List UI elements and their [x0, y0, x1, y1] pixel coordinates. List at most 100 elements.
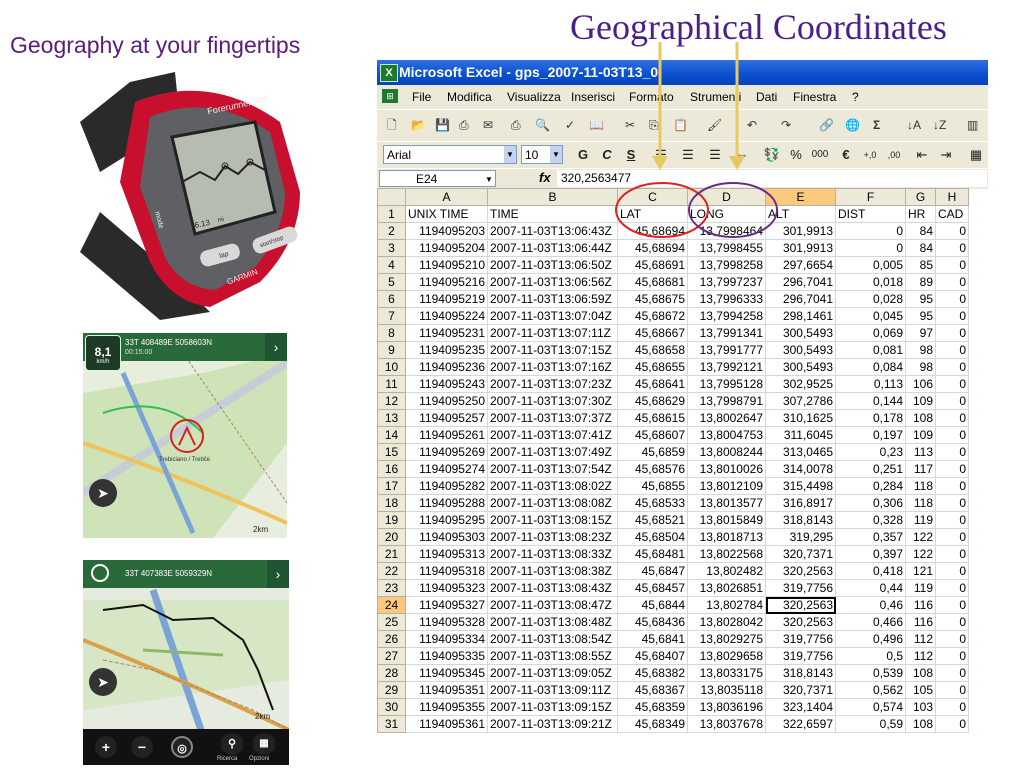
table-cell[interactable]: 0,018 — [835, 273, 906, 291]
table-cell[interactable]: 313,0465 — [765, 443, 836, 461]
copy-icon[interactable]: ⎘ — [649, 116, 659, 134]
table-cell[interactable]: 0 — [935, 392, 969, 410]
table-cell[interactable]: 105 — [905, 681, 936, 699]
table-cell[interactable]: 45,68694 — [617, 222, 688, 240]
table-cell[interactable]: 0 — [935, 375, 969, 393]
table-cell[interactable]: 302,9525 — [765, 375, 836, 393]
table-cell[interactable]: 0,081 — [835, 341, 906, 359]
table-cell[interactable]: 1194095313 — [405, 545, 488, 563]
table-cell[interactable]: 0 — [835, 239, 906, 257]
table-cell[interactable]: 85 — [905, 256, 936, 274]
table-cell[interactable]: 45,68367 — [617, 681, 688, 699]
format-painter-icon[interactable]: 🖌 — [707, 116, 722, 134]
table-cell[interactable]: 300,5493 — [765, 324, 836, 342]
menu-help[interactable]: ? — [852, 90, 859, 104]
increase-decimal-icon[interactable]: +,0 — [861, 146, 879, 164]
column-header-selected[interactable]: E — [765, 188, 836, 206]
table-cell[interactable]: 95 — [905, 290, 936, 308]
chevron-down-icon[interactable]: ▼ — [504, 146, 516, 163]
table-cell[interactable]: 1194095351 — [405, 681, 488, 699]
row-header[interactable]: 9 — [377, 341, 406, 359]
table-cell[interactable]: 322,6597 — [765, 715, 836, 733]
table-cell[interactable]: 97 — [905, 324, 936, 342]
table-cell[interactable]: 315,4498 — [765, 477, 836, 495]
chevron-down-icon[interactable]: ▼ — [550, 146, 562, 163]
row-header[interactable]: 18 — [377, 494, 406, 512]
table-cell[interactable]: 109 — [905, 392, 936, 410]
permission-icon[interactable]: ⎙ — [459, 116, 469, 134]
row-header[interactable]: 30 — [377, 698, 406, 716]
print-icon[interactable]: ⎙ — [511, 116, 521, 134]
table-cell[interactable]: 45,68504 — [617, 528, 688, 546]
table-cell[interactable]: 13,8012109 — [687, 477, 766, 495]
row-header[interactable]: 28 — [377, 664, 406, 682]
chevron-right-icon[interactable]: › — [267, 560, 289, 588]
cut-icon[interactable]: ✂ — [625, 116, 635, 134]
research-icon[interactable]: 📖 — [589, 116, 604, 134]
font-size-select[interactable]: 10 ▼ — [521, 145, 563, 164]
table-cell[interactable]: 2007-11-03T13:08:33Z — [487, 545, 618, 563]
row-header[interactable]: 16 — [377, 460, 406, 478]
table-cell[interactable]: 2007-11-03T13:07:41Z — [487, 426, 618, 444]
print-preview-icon[interactable]: 🔍 — [535, 116, 550, 134]
table-cell[interactable]: 0 — [935, 562, 969, 580]
row-header[interactable]: 14 — [377, 426, 406, 444]
table-cell[interactable]: 108 — [905, 409, 936, 427]
row-header[interactable]: 27 — [377, 647, 406, 665]
table-cell[interactable]: 1194095204 — [405, 239, 488, 257]
row-header[interactable]: 12 — [377, 392, 406, 410]
table-cell[interactable]: 0,539 — [835, 664, 906, 682]
table-cell[interactable]: 0,284 — [835, 477, 906, 495]
row-header[interactable]: 4 — [377, 256, 406, 274]
table-cell[interactable]: 13,8010026 — [687, 460, 766, 478]
table-cell[interactable]: 0 — [935, 256, 969, 274]
table-cell[interactable]: 45,68694 — [617, 239, 688, 257]
table-cell[interactable]: 0 — [935, 494, 969, 512]
table-cell[interactable]: 2007-11-03T13:07:04Z — [487, 307, 618, 325]
name-box[interactable]: E24 ▼ — [379, 170, 496, 187]
table-cell[interactable]: 116 — [905, 613, 936, 631]
table-cell[interactable]: 13,7998791 — [687, 392, 766, 410]
table-cell[interactable]: 13,7998464 — [687, 222, 766, 240]
table-cell[interactable]: 45,68576 — [617, 460, 688, 478]
web-icon[interactable]: 🌐 — [845, 116, 860, 134]
table-cell[interactable]: 314,0078 — [765, 460, 836, 478]
table-cell[interactable]: 300,5493 — [765, 358, 836, 376]
table-cell[interactable]: 2007-11-03T13:08:48Z — [487, 613, 618, 631]
table-cell[interactable]: 118 — [905, 477, 936, 495]
row-header[interactable]: 5 — [377, 273, 406, 291]
table-cell[interactable]: 2007-11-03T13:07:54Z — [487, 460, 618, 478]
table-cell[interactable]: 45,68629 — [617, 392, 688, 410]
table-cell[interactable]: 2007-11-03T13:08:38Z — [487, 562, 618, 580]
table-cell[interactable]: 0 — [935, 358, 969, 376]
table-cell[interactable]: 13,7994258 — [687, 307, 766, 325]
table-cell[interactable]: 0 — [935, 630, 969, 648]
table-cell[interactable]: 1194095288 — [405, 494, 488, 512]
table-cell[interactable]: 316,8917 — [765, 494, 836, 512]
table-cell[interactable]: 122 — [905, 528, 936, 546]
row-header[interactable]: 19 — [377, 511, 406, 529]
compass-icon[interactable]: ➤ — [89, 668, 117, 696]
column-header[interactable]: C — [617, 188, 688, 206]
table-cell[interactable]: 1194095274 — [405, 460, 488, 478]
table-cell[interactable]: 108 — [905, 715, 936, 733]
table-cell[interactable]: 45,68681 — [617, 273, 688, 291]
table-cell[interactable]: 0,59 — [835, 715, 906, 733]
table-cell[interactable]: 1194095361 — [405, 715, 488, 733]
table-cell[interactable]: 0 — [935, 647, 969, 665]
table-cell[interactable]: 45,68641 — [617, 375, 688, 393]
table-cell[interactable]: 45,6859 — [617, 443, 688, 461]
table-cell[interactable]: 319,7756 — [765, 579, 836, 597]
thousands-icon[interactable]: 000 — [811, 146, 829, 164]
zoom-out-button[interactable]: − — [131, 736, 153, 758]
table-cell[interactable]: 45,68658 — [617, 341, 688, 359]
row-header[interactable]: 8 — [377, 324, 406, 342]
row-header[interactable]: 11 — [377, 375, 406, 393]
compass-icon[interactable]: ➤ — [89, 479, 117, 507]
menu-file[interactable]: File — [412, 90, 431, 104]
bold-button[interactable]: G — [574, 146, 592, 164]
column-header[interactable]: A — [405, 188, 488, 206]
menu-visualizza[interactable]: Visualizza — [507, 90, 561, 104]
table-cell[interactable]: 1194095235 — [405, 341, 488, 359]
table-cell[interactable]: 13,8033175 — [687, 664, 766, 682]
